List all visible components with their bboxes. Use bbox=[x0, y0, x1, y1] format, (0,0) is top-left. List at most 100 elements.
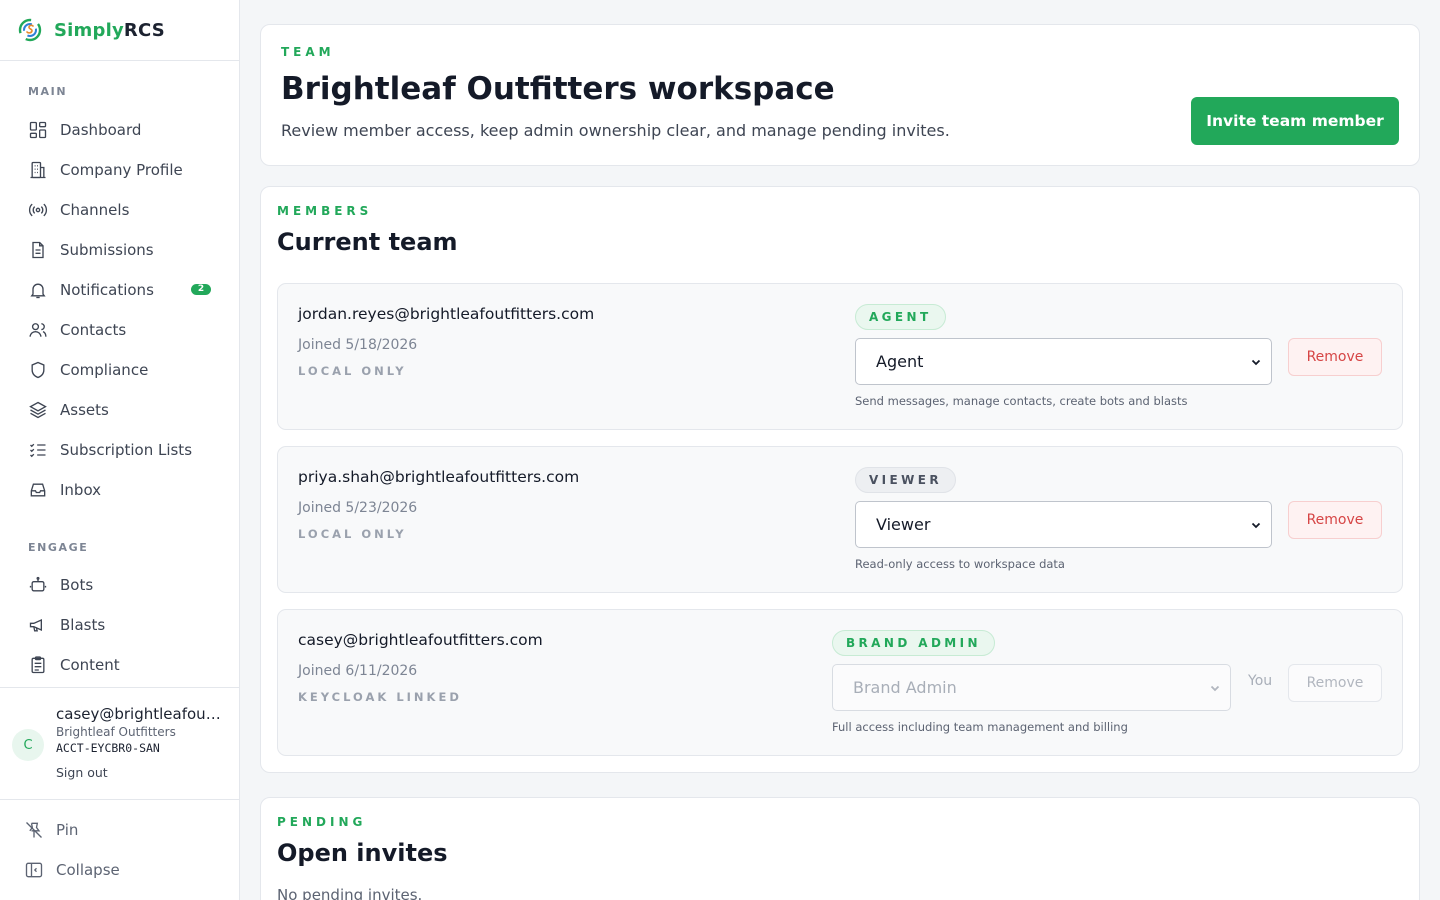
dashboard-icon bbox=[29, 121, 47, 139]
member-joined-date: Joined 6/11/2026 bbox=[298, 663, 418, 679]
brand-name: SimplyRCS bbox=[54, 19, 165, 41]
members-card: MEMBERS Current team jordan.reyes@bright… bbox=[260, 186, 1420, 773]
remove-member-button[interactable]: Remove bbox=[1288, 501, 1382, 539]
pending-section-title: Open invites bbox=[277, 839, 448, 867]
broadcast-icon bbox=[28, 203, 48, 217]
sidebar-item-label: Contacts bbox=[60, 321, 127, 339]
member-row: priya.shah@brightleafoutfitters.com Join… bbox=[277, 446, 1403, 593]
sidebar-item-submissions[interactable]: Submissions bbox=[0, 230, 239, 270]
brand-header[interactable]: SimplyRCS bbox=[0, 0, 239, 61]
sidebar-item-company-profile[interactable]: Company Profile bbox=[0, 150, 239, 190]
list-check-icon bbox=[30, 443, 46, 458]
collapse-label: Collapse bbox=[56, 861, 120, 879]
current-user-email: casey@brightleafoutfitters.com bbox=[56, 705, 226, 723]
pending-invites-card: PENDING Open invites No pending invites. bbox=[260, 797, 1420, 900]
layers-icon bbox=[29, 401, 47, 419]
current-user-panel: C casey@brightleafoutfitters.com Brightl… bbox=[0, 687, 239, 800]
notification-count-badge: 2 bbox=[191, 284, 211, 295]
sidebar-item-blasts[interactable]: Blasts bbox=[0, 605, 239, 645]
members-section-title: Current team bbox=[277, 228, 458, 256]
sidebar-item-dashboard[interactable]: Dashboard bbox=[0, 110, 239, 150]
role-description: Send messages, manage contacts, create b… bbox=[855, 394, 1188, 408]
role-select[interactable]: Viewer bbox=[855, 501, 1272, 548]
role-select-value: Brand Admin bbox=[853, 678, 957, 697]
role-select-value: Viewer bbox=[876, 515, 931, 534]
invite-team-member-button[interactable]: Invite team member bbox=[1191, 97, 1399, 145]
role-select[interactable]: Agent bbox=[855, 338, 1272, 385]
member-row: casey@brightleafoutfitters.com Joined 6/… bbox=[277, 609, 1403, 756]
members-eyebrow: MEMBERS bbox=[277, 204, 373, 218]
empty-invites-message: No pending invites. bbox=[277, 886, 423, 900]
sidebar-item-label: Notifications bbox=[60, 281, 154, 299]
sidebar-item-label: Submissions bbox=[60, 241, 154, 259]
sidebar-item-assets[interactable]: Assets bbox=[0, 390, 239, 430]
remove-member-button: Remove bbox=[1288, 664, 1382, 702]
sidebar-item-label: Dashboard bbox=[60, 121, 142, 139]
sidebar-item-label: Subscription Lists bbox=[60, 441, 193, 459]
sidebar-item-label: Content bbox=[60, 656, 120, 674]
sidebar-item-label: Assets bbox=[60, 401, 109, 419]
sidebar: SimplyRCS MAIN Dashboard Company Profile… bbox=[0, 0, 240, 900]
role-select: Brand Admin bbox=[832, 664, 1231, 711]
sidebar-collapse-icon bbox=[25, 862, 43, 878]
sidebar-item-content[interactable]: Content bbox=[0, 645, 239, 685]
avatar[interactable]: C bbox=[12, 729, 44, 761]
team-header-card: TEAM Brightleaf Outfitters workspace Rev… bbox=[260, 24, 1420, 166]
current-user-label: You bbox=[1248, 673, 1273, 689]
sidebar-item-label: Compliance bbox=[60, 361, 149, 379]
page-subtitle: Review member access, keep admin ownersh… bbox=[281, 121, 950, 140]
nav-section-engage: ENGAGE bbox=[28, 541, 89, 554]
role-description: Read-only access to workspace data bbox=[855, 557, 1065, 571]
robot-icon bbox=[29, 576, 47, 592]
pending-eyebrow: PENDING bbox=[277, 815, 367, 829]
pin-off-icon bbox=[26, 822, 42, 838]
sign-out-link[interactable]: Sign out bbox=[56, 765, 108, 780]
sidebar-item-compliance[interactable]: Compliance bbox=[0, 350, 239, 390]
member-auth-source: LOCAL ONLY bbox=[298, 364, 407, 378]
clipboard-icon bbox=[31, 656, 45, 674]
megaphone-icon bbox=[29, 618, 42, 632]
role-badge: AGENT bbox=[855, 304, 946, 330]
chevron-down-icon bbox=[1251, 522, 1261, 529]
member-joined-date: Joined 5/18/2026 bbox=[298, 337, 418, 353]
shield-icon bbox=[31, 361, 45, 379]
role-badge: VIEWER bbox=[855, 467, 957, 493]
chevron-down-icon bbox=[1210, 685, 1220, 692]
sidebar-item-subscription-lists[interactable]: Subscription Lists bbox=[0, 430, 239, 470]
pin-sidebar-button[interactable]: Pin bbox=[0, 810, 239, 850]
sidebar-item-inbox[interactable]: Inbox bbox=[0, 470, 239, 510]
sidebar-item-label: Company Profile bbox=[60, 161, 183, 179]
page-title: Brightleaf Outfitters workspace bbox=[281, 71, 835, 107]
building-icon bbox=[30, 161, 46, 179]
current-user-company: Brightleaf Outfitters bbox=[56, 725, 176, 739]
role-description: Full access including team management an… bbox=[832, 720, 1128, 734]
chevron-down-icon bbox=[1251, 359, 1261, 366]
sidebar-item-channels[interactable]: Channels bbox=[0, 190, 239, 230]
pin-label: Pin bbox=[56, 821, 79, 839]
role-select-value: Agent bbox=[876, 352, 924, 371]
bell-icon bbox=[30, 283, 46, 299]
account-id: ACCT-EYCBR0-SAN bbox=[56, 741, 160, 755]
document-icon bbox=[32, 241, 44, 259]
sidebar-item-label: Blasts bbox=[60, 616, 106, 634]
simplyrcs-logo-icon bbox=[18, 18, 42, 42]
member-email: casey@brightleafoutfitters.com bbox=[298, 631, 543, 649]
member-email: jordan.reyes@brightleafoutfitters.com bbox=[298, 305, 595, 323]
sidebar-item-label: Bots bbox=[60, 576, 94, 594]
member-row: jordan.reyes@brightleafoutfitters.com Jo… bbox=[277, 283, 1403, 430]
role-badge: BRAND ADMIN bbox=[832, 630, 995, 656]
header-eyebrow: TEAM bbox=[281, 45, 335, 59]
sidebar-item-label: Inbox bbox=[60, 481, 102, 499]
member-joined-date: Joined 5/23/2026 bbox=[298, 500, 418, 516]
collapse-sidebar-button[interactable]: Collapse bbox=[0, 850, 239, 890]
users-icon bbox=[29, 323, 47, 337]
sidebar-item-notifications[interactable]: Notifications 2 bbox=[0, 270, 239, 310]
member-email: priya.shah@brightleafoutfitters.com bbox=[298, 468, 580, 486]
sidebar-item-contacts[interactable]: Contacts bbox=[0, 310, 239, 350]
nav-section-main: MAIN bbox=[28, 85, 68, 98]
remove-member-button[interactable]: Remove bbox=[1288, 338, 1382, 376]
member-auth-source: KEYCLOAK LINKED bbox=[298, 690, 462, 704]
inbox-icon bbox=[30, 483, 46, 497]
sidebar-item-bots[interactable]: Bots bbox=[0, 565, 239, 605]
member-auth-source: LOCAL ONLY bbox=[298, 527, 407, 541]
